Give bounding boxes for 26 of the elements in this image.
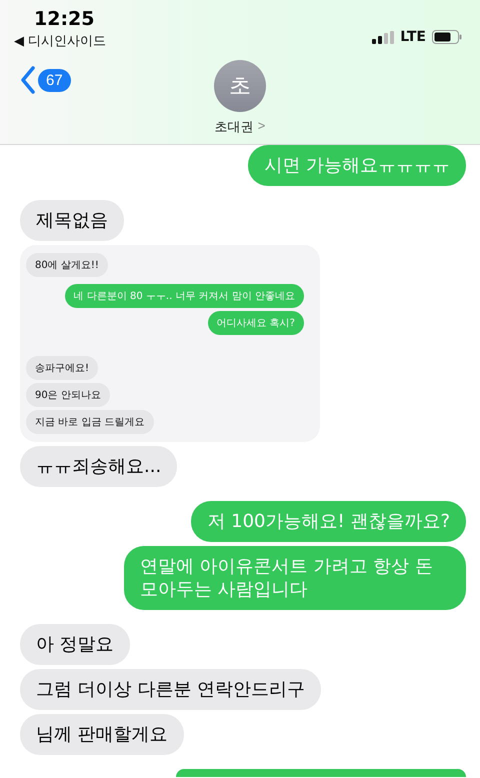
contact-name: 초대권 xyxy=(214,118,254,136)
received-message: 지금 바로 입금 드릴게요 xyxy=(26,410,154,434)
contact-button[interactable]: 초 초대권 > xyxy=(214,60,266,136)
network-label: LTE xyxy=(400,29,426,45)
received-message: 님께 판매할게요 xyxy=(20,714,184,755)
back-to-app-link[interactable]: ◀ 디시인사이드 xyxy=(14,32,106,50)
sent-message: 어디사세요 혹시? xyxy=(208,311,304,335)
sent-message: 저 100가능해요! 괜찮을까요? xyxy=(191,501,466,542)
signal-icon xyxy=(372,30,394,44)
contact-avatar: 초 xyxy=(214,60,266,112)
sent-message: 네 다른분이 80 ㅜㅜ.. 너무 커져서 맘이 안좋네요 xyxy=(64,284,304,308)
sent-message: 시면 가능해요ㅠㅠㅠㅠ xyxy=(248,145,466,186)
received-message: 그럼 더이상 다른분 연락안드리구 xyxy=(20,669,322,710)
status-time: 12:25 xyxy=(34,8,94,30)
received-message: 아 정말요 xyxy=(20,624,130,665)
chevron-left-icon xyxy=(20,66,36,94)
unread-count: 67 xyxy=(38,68,71,92)
sent-message: 연말에 아이유콘서트 가려고 항상 돈 모아두는 사람입니다 xyxy=(124,546,466,610)
chevron-right-icon: > xyxy=(258,118,266,136)
received-message: 90은 안되나요 xyxy=(26,383,110,407)
received-message: ㅠㅠ죄송해요... xyxy=(20,446,178,487)
battery-icon xyxy=(432,30,462,44)
received-message: 80에 살게요!! xyxy=(26,253,108,277)
received-message: 송파구에요! xyxy=(26,356,98,380)
received-message: 제목없음 xyxy=(20,200,124,241)
back-button[interactable]: 67 xyxy=(20,66,71,94)
